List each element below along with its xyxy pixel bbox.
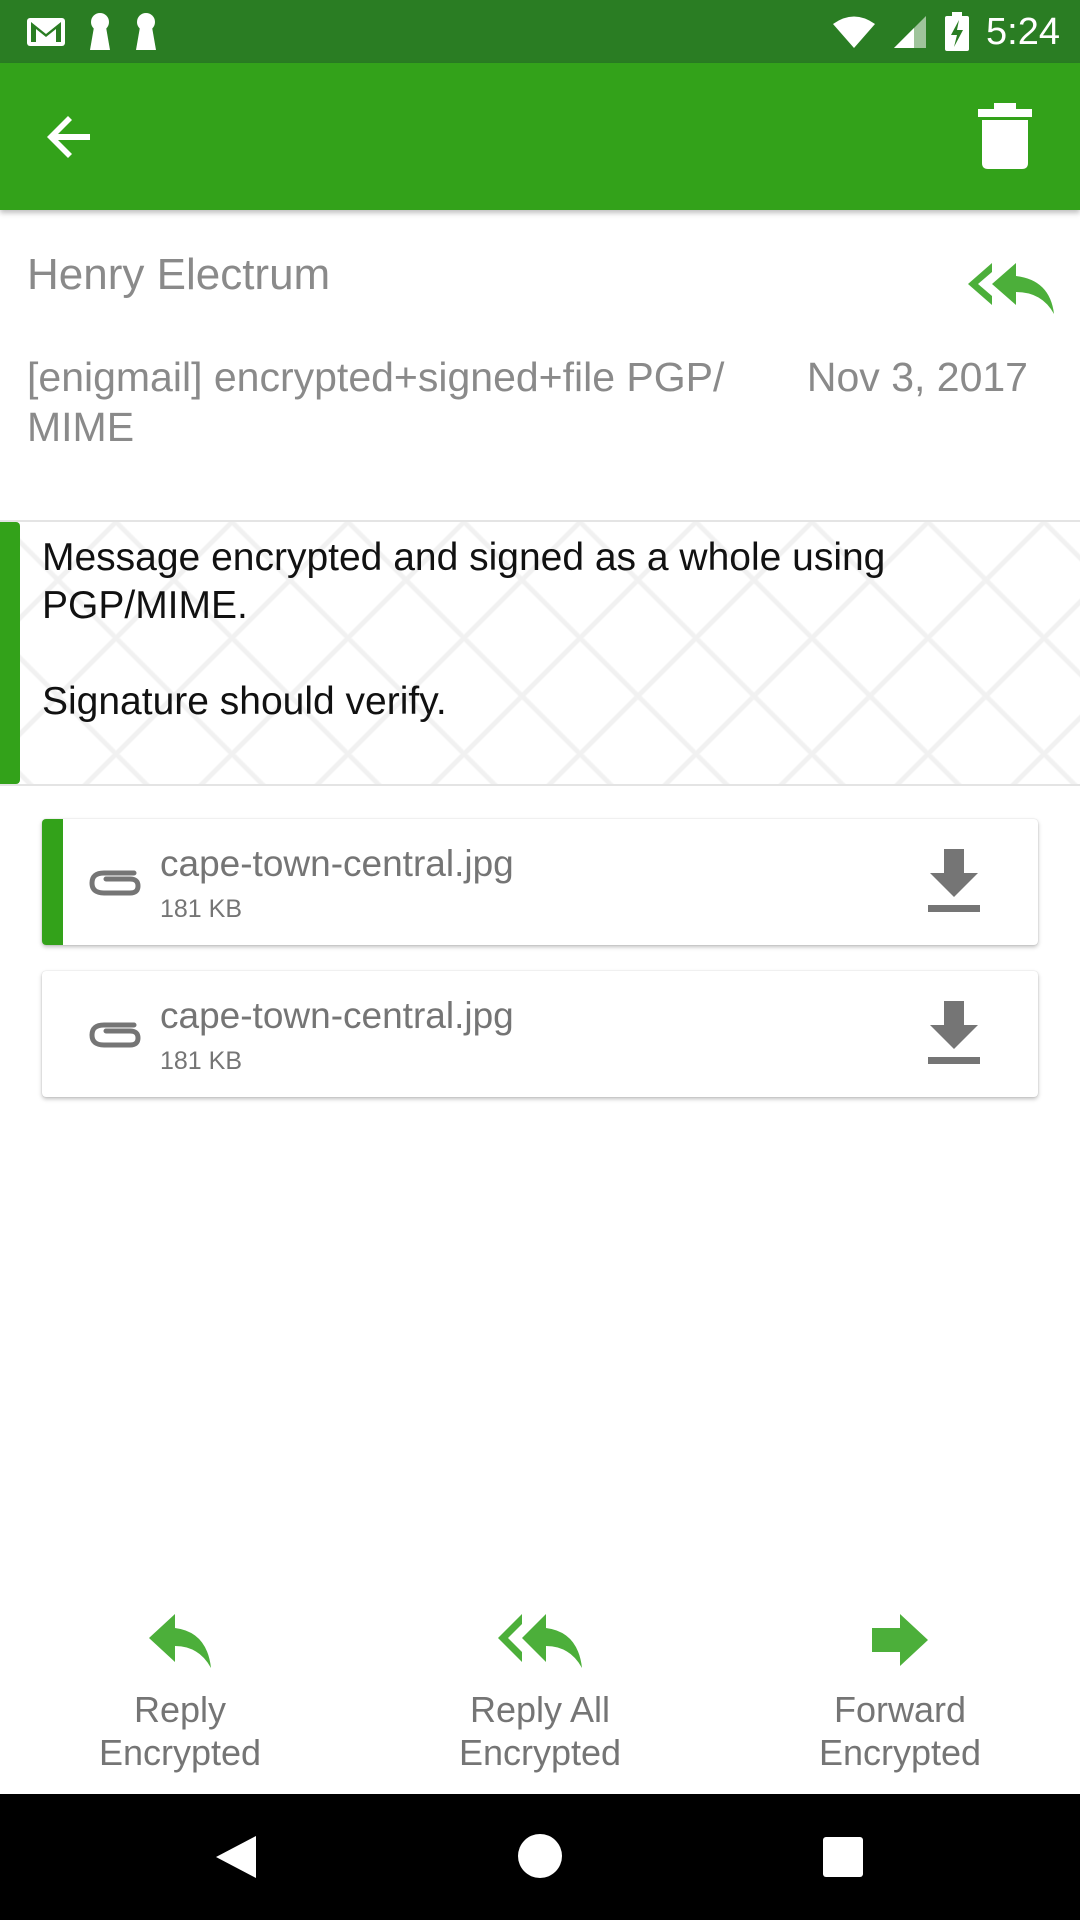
- keyhole-icon: [90, 13, 110, 50]
- arrow-back-icon[interactable]: [44, 111, 96, 163]
- message-body-text: Message encrypted and signed as a whole …: [42, 536, 886, 723]
- wifi-icon: [833, 16, 876, 48]
- paperclip-icon: [89, 870, 141, 896]
- attachment-item[interactable]: cape-town-central.jpg 181 KB: [42, 819, 1038, 945]
- nav-recents-icon[interactable]: [823, 1837, 863, 1877]
- trash-icon[interactable]: [978, 103, 1032, 169]
- message-subject: [enigmail] encrypted+signed+file PGP/ MI…: [27, 354, 725, 450]
- forward-icon: [872, 1614, 928, 1666]
- forward-encrypted-button[interactable]: Forward Encrypted: [780, 1608, 1020, 1774]
- forward-encrypted-label: Forward Encrypted: [818, 1689, 982, 1773]
- message-body: Message encrypted and signed as a whole …: [0, 520, 1080, 786]
- gmail-icon: [27, 18, 65, 46]
- reply-all-encrypted-button[interactable]: Reply All Encrypted: [420, 1608, 660, 1774]
- reply-all-icon: [498, 1614, 582, 1668]
- app-bar: [0, 63, 1080, 210]
- status-bar: 5:24: [0, 0, 1080, 63]
- reply-encrypted-button[interactable]: Reply Encrypted: [60, 1608, 300, 1774]
- attachment-name: cape-town-central.jpg: [160, 995, 514, 1036]
- nav-back-icon[interactable]: [214, 1834, 258, 1880]
- nav-home-icon[interactable]: [518, 1834, 562, 1878]
- keyhole-icon: [136, 13, 156, 50]
- battery-charging-icon: [945, 12, 970, 51]
- status-time: 5:24: [986, 10, 1060, 53]
- reply-all-icon[interactable]: [964, 258, 1056, 316]
- attachment-size: 181 KB: [160, 1047, 243, 1075]
- attachment-size: 181 KB: [160, 895, 243, 923]
- reply-icon: [149, 1614, 211, 1668]
- attachment-name: cape-town-central.jpg: [160, 843, 514, 884]
- paperclip-icon: [89, 1022, 141, 1048]
- reply-all-encrypted-label: Reply All Encrypted: [458, 1689, 622, 1773]
- download-icon[interactable]: [926, 1001, 982, 1067]
- verified-accent-bar: [0, 522, 20, 784]
- attachment-item[interactable]: cape-town-central.jpg 181 KB: [42, 971, 1038, 1097]
- system-nav-bar: [0, 1794, 1080, 1920]
- download-icon[interactable]: [926, 849, 982, 915]
- attachment-accent-bar: [42, 819, 63, 945]
- message-date: Nov 3, 2017: [806, 354, 1028, 400]
- reply-encrypted-label: Reply Encrypted: [98, 1689, 262, 1773]
- cell-signal-icon: [894, 16, 927, 48]
- sender-name: Henry Electrum: [27, 250, 331, 299]
